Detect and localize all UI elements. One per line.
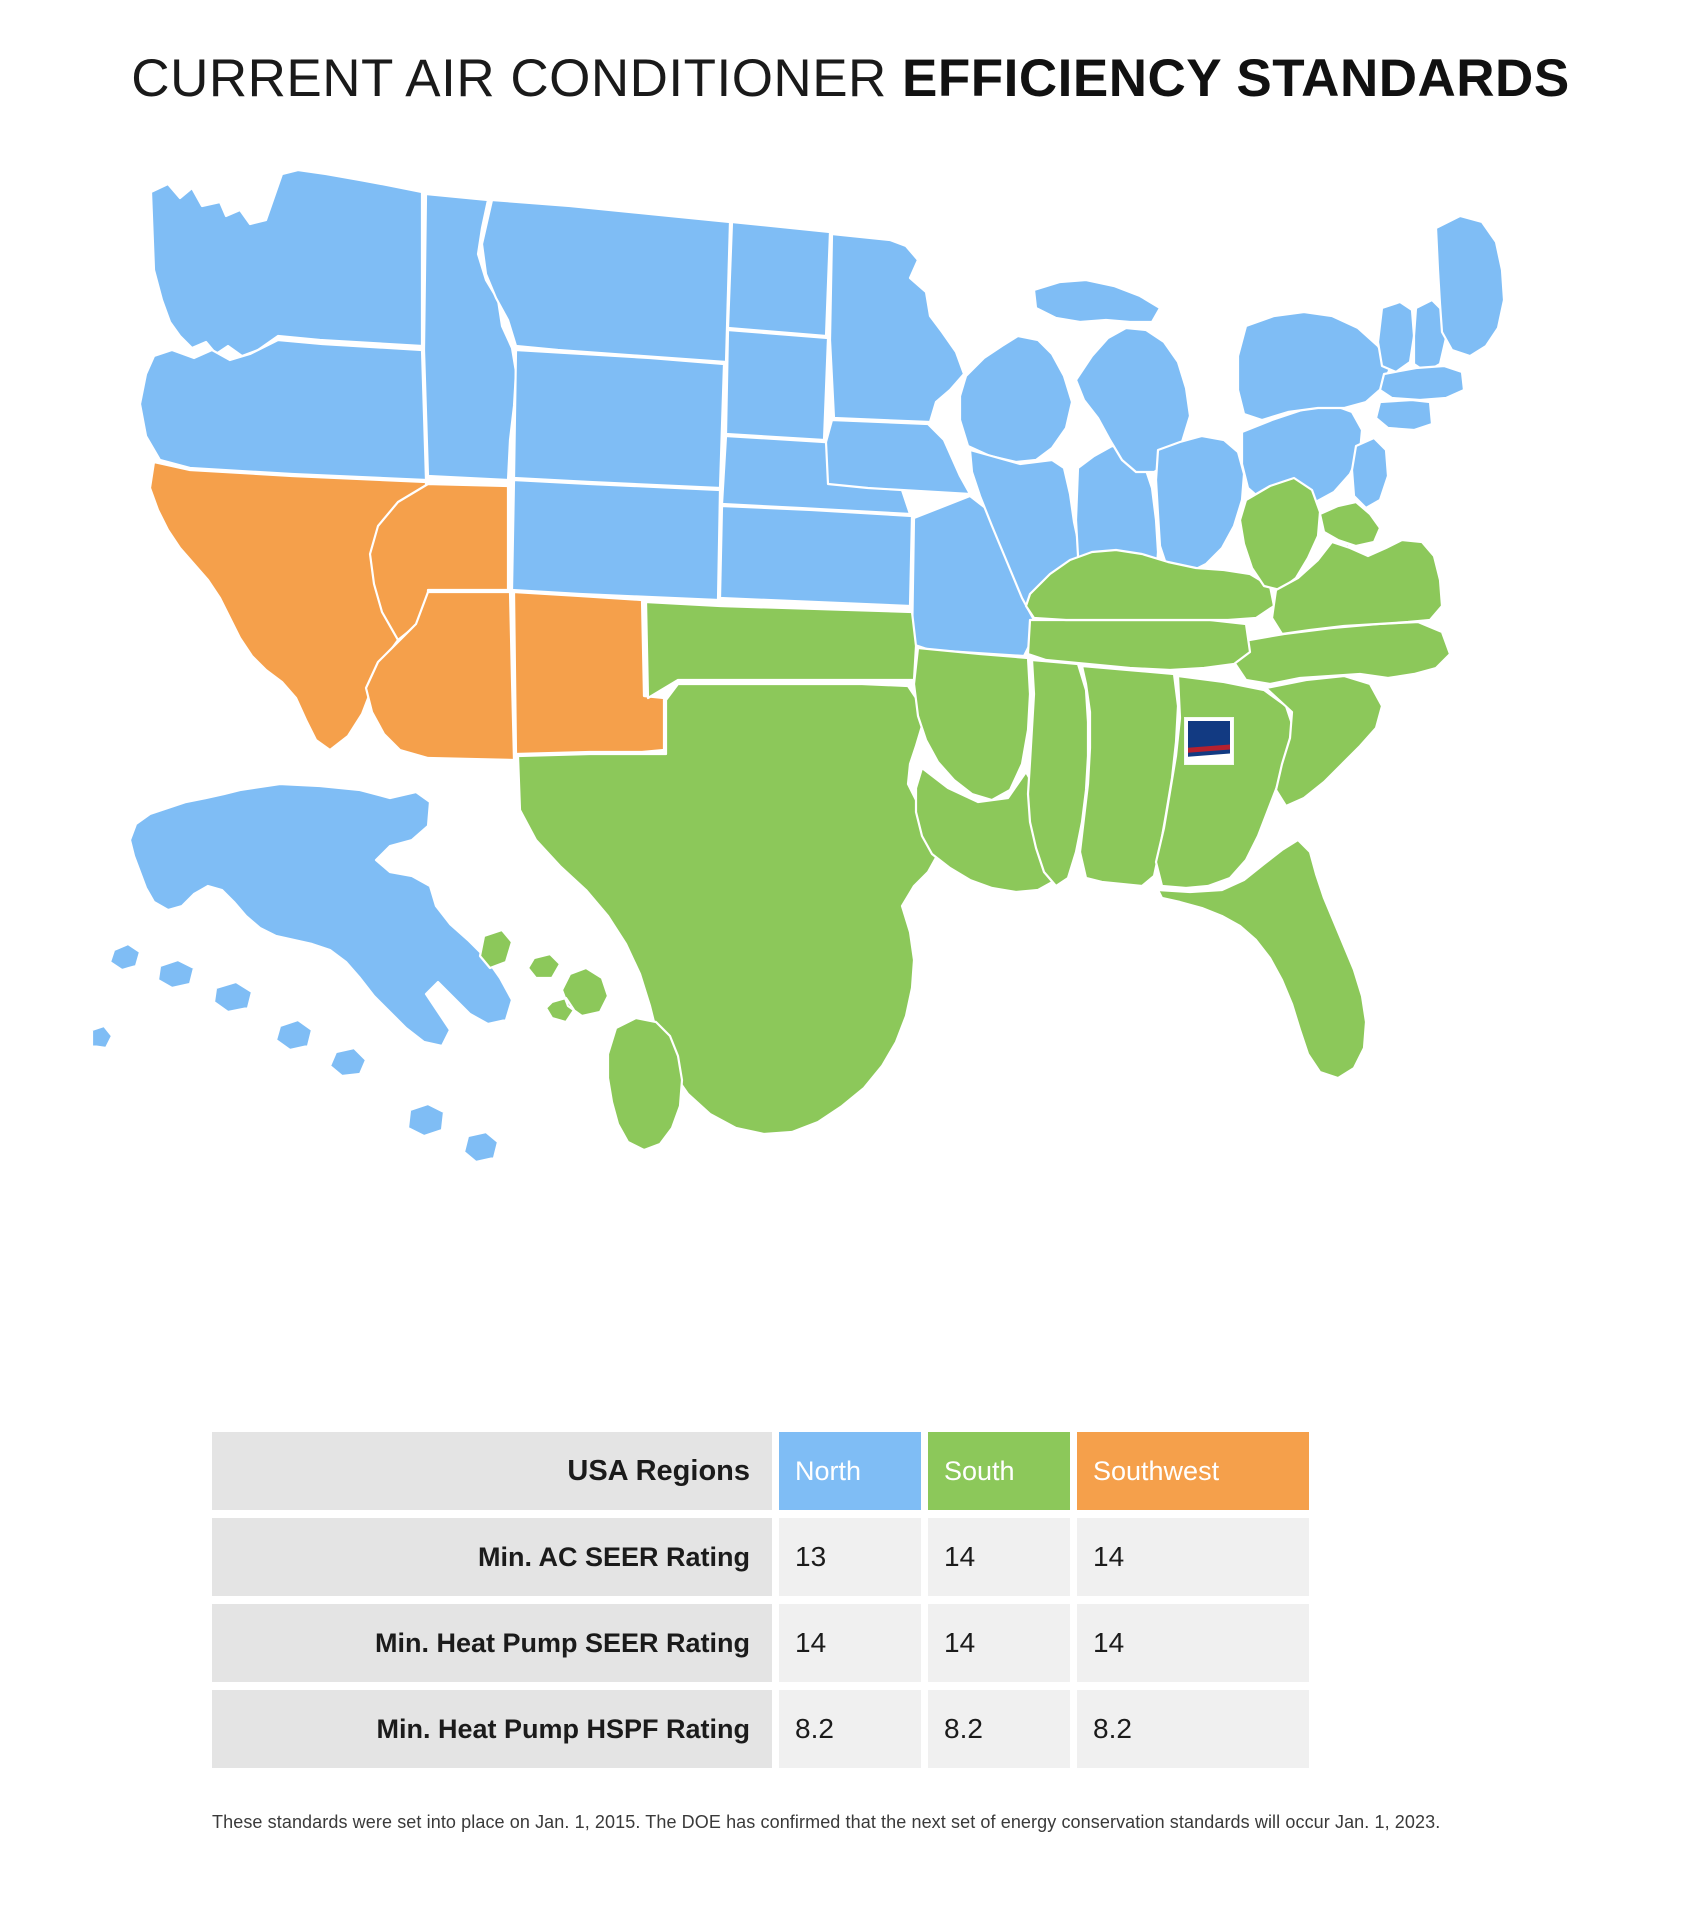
table-header-north: North xyxy=(779,1432,921,1510)
cell-ac-seer-southwest: 14 xyxy=(1077,1518,1309,1596)
table-header-label: USA Regions xyxy=(212,1432,772,1510)
state-maryland xyxy=(1318,500,1382,548)
state-new-mexico xyxy=(512,590,666,756)
marker-flag-icon xyxy=(1188,721,1230,761)
row-label-ac-seer: Min. AC SEER Rating xyxy=(212,1518,772,1596)
state-washington xyxy=(149,168,424,358)
cell-ac-seer-south: 14 xyxy=(928,1518,1070,1596)
table-row: Min. AC SEER Rating 13 14 14 xyxy=(212,1518,1312,1596)
state-oregon xyxy=(138,338,428,482)
state-kansas xyxy=(718,504,914,608)
state-montana xyxy=(480,198,732,364)
us-map-svg xyxy=(90,168,1506,1164)
page-title-bold: EFFICIENCY STANDARDS xyxy=(902,49,1570,108)
table-row: Min. Heat Pump HSPF Rating 8.2 8.2 8.2 xyxy=(212,1690,1312,1768)
state-minnesota xyxy=(828,232,966,424)
infographic-page: CURRENT AIR CONDITIONER EFFICIENCY STAND… xyxy=(0,0,1701,1918)
state-vermont xyxy=(1376,300,1416,374)
footnote-text: These standards were set into place on J… xyxy=(212,1812,1441,1832)
state-wyoming xyxy=(512,348,726,490)
us-regions-map xyxy=(30,150,1670,1330)
cell-hp-seer-south: 14 xyxy=(928,1604,1070,1682)
row-label-hp-hspf: Min. Heat Pump HSPF Rating xyxy=(212,1690,772,1768)
map-states xyxy=(90,168,1506,1164)
state-new-york xyxy=(1236,310,1392,422)
page-title: CURRENT AIR CONDITIONER EFFICIENCY STAND… xyxy=(0,48,1701,109)
table-header-row: USA Regions North South Southwest xyxy=(212,1432,1312,1510)
state-alaska xyxy=(90,782,514,1164)
cell-hp-seer-north: 14 xyxy=(779,1604,921,1682)
row-label-hp-seer: Min. Heat Pump SEER Rating xyxy=(212,1604,772,1682)
state-new-jersey xyxy=(1350,436,1390,510)
state-colorado xyxy=(510,478,722,602)
standards-table: USA Regions North South Southwest Min. A… xyxy=(212,1432,1312,1768)
state-ohio xyxy=(1154,434,1246,576)
cell-hp-seer-southwest: 14 xyxy=(1077,1604,1309,1682)
state-connecticut xyxy=(1374,398,1434,432)
indiana-location-marker xyxy=(1185,718,1233,764)
table-row: Min. Heat Pump SEER Rating 14 14 14 xyxy=(212,1604,1312,1682)
state-michigan-upper xyxy=(1032,278,1162,324)
state-north-carolina xyxy=(1232,620,1452,686)
cell-hp-hspf-southwest: 8.2 xyxy=(1077,1690,1309,1768)
state-north-dakota xyxy=(726,220,832,338)
state-tennessee xyxy=(1026,618,1252,672)
table-header-south: South xyxy=(928,1432,1070,1510)
state-south-dakota xyxy=(724,328,830,442)
table-header-southwest: Southwest xyxy=(1077,1432,1309,1510)
page-title-light: CURRENT AIR CONDITIONER xyxy=(131,49,903,108)
state-maine xyxy=(1434,214,1506,358)
state-wisconsin xyxy=(958,334,1074,464)
cell-hp-hspf-south: 8.2 xyxy=(928,1690,1070,1768)
cell-ac-seer-north: 13 xyxy=(779,1518,921,1596)
state-iowa xyxy=(824,418,972,496)
cell-hp-hspf-north: 8.2 xyxy=(779,1690,921,1768)
